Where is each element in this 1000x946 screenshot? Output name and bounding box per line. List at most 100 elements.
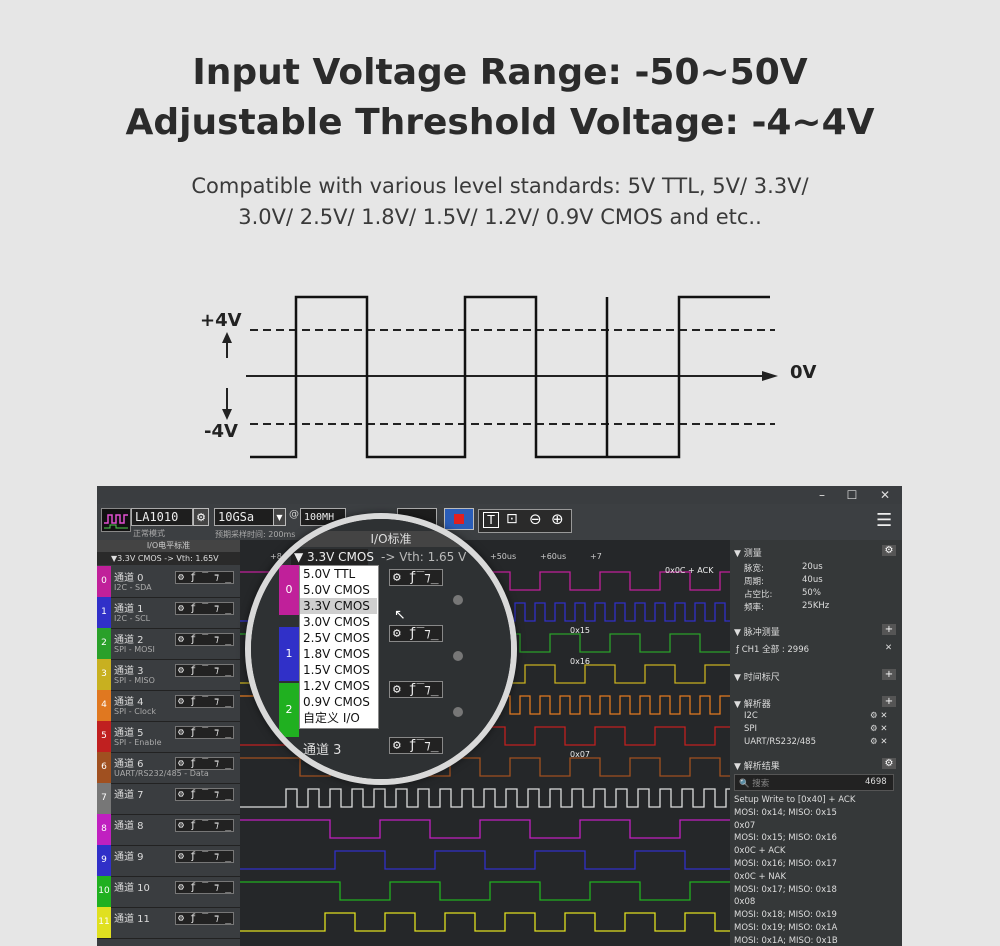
result-item[interactable]: 0x07 <box>734 821 755 831</box>
maximize-button[interactable]: ☐ <box>842 488 862 502</box>
channel-color-tag: 7 <box>97 783 111 814</box>
result-item[interactable]: MOSI: 0x16; MISO: 0x17 <box>734 859 837 869</box>
channel-name: 通道 1 <box>114 604 144 615</box>
analyzer-item-i2c[interactable]: I2C <box>744 711 758 721</box>
analyzer-section-title[interactable]: ▼ 解析器 <box>734 697 771 710</box>
pulse-add-button[interactable]: + <box>882 624 896 635</box>
pulse-section-title[interactable]: ▼ 脉冲测量 <box>734 625 780 638</box>
magnifier-ch3-controls[interactable]: ⚙ ƒ‾⁊_ <box>389 737 443 754</box>
result-item[interactable]: 0x08 <box>734 897 755 907</box>
channel-trigger-controls[interactable]: ⚙ ƒ ‾ ⁊ _ <box>175 602 235 615</box>
channel-row[interactable]: 7 通道 7 ⚙ ƒ ‾ ⁊ _ <box>97 783 240 815</box>
measure-key-2: 占空比: <box>744 590 773 600</box>
channel-trigger-controls[interactable]: ⚙ ƒ ‾ ⁊ _ <box>175 571 235 584</box>
measure-settings-gear-icon[interactable]: ⚙ <box>882 545 896 556</box>
channel-name: 通道 7 <box>114 790 144 801</box>
channel-color-tag: 1 <box>97 597 111 628</box>
magnifier-ch2-controls[interactable]: ⚙ ƒ‾⁊_ <box>389 681 443 698</box>
analysis-panel: ▼ 测量 ⚙ 脉宽: 20us 周期: 40us 占空比: 50% 频率: 25… <box>730 540 902 946</box>
channel-row[interactable]: 11 通道 11 ⚙ ƒ ‾ ⁊ _ <box>97 907 240 939</box>
pulse-remove-icon[interactable]: ✕ <box>885 643 892 653</box>
measure-val-1: 40us <box>802 575 823 585</box>
time-ruler-section-title[interactable]: ▼ 时间标尺 <box>734 670 780 683</box>
analyzer-add-button[interactable]: + <box>882 696 896 707</box>
result-item[interactable]: MOSI: 0x19; MISO: 0x1A <box>734 923 837 933</box>
channel-row[interactable]: 5 通道 5 SPI - Enable ⚙ ƒ ‾ ⁊ _ <box>97 721 240 753</box>
channel-row[interactable]: 9 通道 9 ⚙ ƒ ‾ ⁊ _ <box>97 845 240 877</box>
zoom-in-icon[interactable]: ⊕ <box>551 510 564 528</box>
channel-name: 通道 2 <box>114 635 144 646</box>
device-waveform-icon[interactable] <box>101 508 131 532</box>
analyzer-item-uart[interactable]: UART/RS232/485 <box>744 737 816 747</box>
analyzer-uart-settings-icon[interactable]: ⚙ ✕ <box>870 737 887 747</box>
zero-axis-arrow <box>762 371 778 381</box>
io-standard-dropdown: 5.0V TTL 5.0V CMOS 3.3V CMOS 3.0V CMOS 2.5V … <box>299 565 379 729</box>
channel-name: 通道 4 <box>114 697 144 708</box>
channel-trigger-controls[interactable]: ⚙ ƒ ‾ ⁊ _ <box>175 695 235 708</box>
io-option[interactable]: 3.0V CMOS <box>300 614 377 630</box>
channel-trigger-controls[interactable]: ⚙ ƒ ‾ ⁊ _ <box>175 788 235 801</box>
channel-trigger-controls[interactable]: ⚙ ƒ ‾ ⁊ _ <box>175 664 235 677</box>
channel-row[interactable]: 1 通道 1 I2C - SCL ⚙ ƒ ‾ ⁊ _ <box>97 597 240 629</box>
io-option[interactable]: 1.5V CMOS <box>300 662 377 678</box>
device-settings-gear-icon[interactable]: ⚙ <box>193 508 209 526</box>
io-option[interactable]: 自定义 I/O <box>300 710 377 726</box>
channel-trigger-controls[interactable]: ⚙ ƒ ‾ ⁊ _ <box>175 881 235 894</box>
channel-trigger-controls[interactable]: ⚙ ƒ ‾ ⁊ _ <box>175 850 235 863</box>
device-mode-label: 正常模式 <box>133 529 165 538</box>
measure-section-title[interactable]: ▼ 测量 <box>734 546 762 559</box>
result-item[interactable]: MOSI: 0x17; MISO: 0x18 <box>734 885 837 895</box>
io-option[interactable]: 1.2V CMOS <box>300 678 377 694</box>
io-option[interactable]: 2.5V CMOS <box>300 630 377 646</box>
magnifier-io-title: I/O标准 <box>301 531 481 547</box>
measure-key-3: 频率: <box>744 603 764 613</box>
channel-color-tag: 4 <box>97 690 111 721</box>
channel-trigger-controls[interactable]: ⚙ ƒ ‾ ⁊ _ <box>175 726 235 739</box>
channel-row[interactable]: 10 通道 10 ⚙ ƒ ‾ ⁊ _ <box>97 876 240 908</box>
result-item[interactable]: 0x0C + ACK <box>734 846 785 856</box>
io-option[interactable]: 3.3V CMOS <box>300 598 377 614</box>
channel-trigger-controls[interactable]: ⚙ ƒ ‾ ⁊ _ <box>175 633 235 646</box>
magnifier-ch1-controls[interactable]: ⚙ ƒ‾⁊_ <box>389 625 443 642</box>
channel-row[interactable]: 3 通道 3 SPI - MISO ⚙ ƒ ‾ ⁊ _ <box>97 659 240 691</box>
decode-label: 0x07 <box>570 750 590 759</box>
channel-row[interactable]: 6 通道 6 UART/RS232/485 - Data ⚙ ƒ ‾ ⁊ _ <box>97 752 240 784</box>
result-item[interactable]: 0x0C + NAK <box>734 872 786 882</box>
channel-trigger-controls[interactable]: ⚙ ƒ ‾ ⁊ _ <box>175 912 235 925</box>
analyzer-item-spi[interactable]: SPI <box>744 724 757 734</box>
measure-val-3: 25KHz <box>802 601 830 611</box>
magnifier-vth-label: -> Vth: 1.65 V <box>381 550 467 564</box>
time-ruler-add-button[interactable]: + <box>882 669 896 680</box>
channel-trigger-controls[interactable]: ⚙ ƒ ‾ ⁊ _ <box>175 819 235 832</box>
analyzer-spi-settings-icon[interactable]: ⚙ ✕ <box>870 724 887 734</box>
channel-row[interactable]: 0 通道 0 I2C - SDA ⚙ ƒ ‾ ⁊ _ <box>97 566 240 598</box>
hamburger-menu-icon[interactable]: ☰ <box>876 510 892 531</box>
io-option[interactable]: 5.0V TTL <box>300 566 377 582</box>
zoom-out-icon[interactable]: ⊖ <box>529 510 542 528</box>
close-button[interactable]: ✕ <box>875 488 895 502</box>
results-settings-gear-icon[interactable]: ⚙ <box>882 758 896 769</box>
channel-panel: I/O电平标准 ▼3.3V CMOS -> Vth: 1.65V 0 通道 0 I2… <box>97 540 240 946</box>
magnifier-ch0-color: 0 <box>279 565 299 615</box>
results-section-title[interactable]: ▼ 解析结果 <box>734 759 780 772</box>
results-search-input[interactable]: 🔍 搜索 4698 <box>734 774 894 791</box>
channel-row[interactable]: 4 通道 4 SPI - Clock ⚙ ƒ ‾ ⁊ _ <box>97 690 240 722</box>
result-item[interactable]: MOSI: 0x1A; MISO: 0x1B <box>734 936 838 946</box>
magnifier-ch0-controls[interactable]: ⚙ ƒ‾⁊_ <box>389 569 443 586</box>
channel-row[interactable]: 2 通道 2 SPI - MOSI ⚙ ƒ ‾ ⁊ _ <box>97 628 240 660</box>
magnifier-io-select[interactable]: ▼ 3.3V CMOS <box>291 549 374 565</box>
result-item[interactable]: MOSI: 0x18; MISO: 0x19 <box>734 910 837 920</box>
device-name-field[interactable]: LA1010 <box>131 508 193 526</box>
pulse-measure-row[interactable]: ƒ CH1 全部 : 2996 <box>736 643 809 655</box>
analyzer-i2c-settings-icon[interactable]: ⚙ ✕ <box>870 711 887 721</box>
io-standard-select[interactable]: ▼3.3V CMOS -> Vth: 1.65V <box>97 552 240 565</box>
result-item[interactable]: MOSI: 0x15; MISO: 0x16 <box>734 833 837 843</box>
result-item[interactable]: MOSI: 0x14; MISO: 0x15 <box>734 808 837 818</box>
channel-trigger-controls[interactable]: ⚙ ƒ ‾ ⁊ _ <box>175 757 235 770</box>
channel-row[interactable]: 8 通道 8 ⚙ ƒ ‾ ⁊ _ <box>97 814 240 846</box>
io-option[interactable]: 0.9V CMOS <box>300 694 377 710</box>
io-option[interactable]: 1.8V CMOS <box>300 646 377 662</box>
result-item[interactable]: Setup Write to [0x40] + ACK <box>734 795 855 805</box>
io-option[interactable]: 5.0V CMOS <box>300 582 377 598</box>
minimize-button[interactable]: – <box>812 488 832 502</box>
